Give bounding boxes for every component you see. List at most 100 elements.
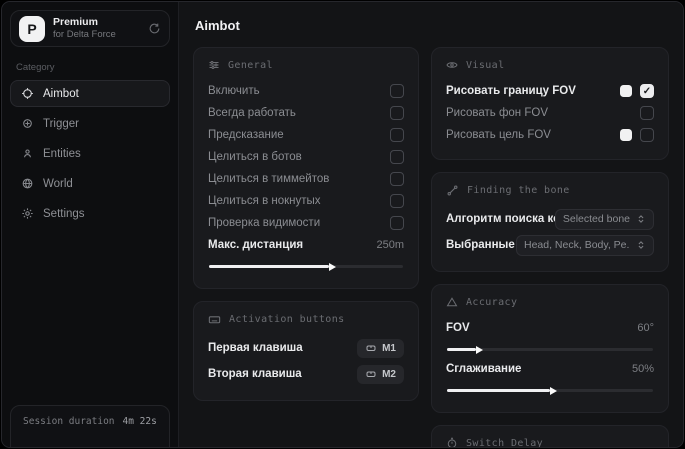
max-distance-row: Макс. дистанция 250m	[208, 234, 404, 256]
mouse-icon	[365, 342, 377, 354]
row-label: Всегда работать	[208, 107, 296, 119]
session-duration-box: Session duration 4m 22s	[10, 405, 170, 447]
accuracy-card-header: Accuracy	[446, 296, 654, 308]
trigger-icon	[21, 117, 34, 130]
visual-card-header: Visual	[446, 59, 654, 71]
main-content: Aimbot General Включить Всегда работать …	[178, 2, 683, 447]
fov-target-checkbox[interactable]	[640, 128, 654, 142]
sidebar-item-label: Entities	[43, 147, 81, 160]
target-teammates-checkbox[interactable]	[390, 172, 404, 186]
second-key-button[interactable]: M2	[357, 364, 404, 384]
bone-algorithm-select[interactable]: Selected bone	[554, 208, 654, 230]
keybind-label: M2	[382, 368, 396, 380]
activation-card: Activation buttons Первая клавиша M1 Вто…	[193, 301, 419, 401]
triangle-icon	[446, 296, 458, 308]
row-label: Вторая клавиша	[208, 368, 302, 380]
sidebar-item-world[interactable]: World	[10, 170, 170, 197]
fov-target-color-swatch[interactable]	[620, 129, 632, 141]
general-card: General Включить Всегда работать Предска…	[193, 47, 419, 289]
sidebar: P Premium for Delta Force Category Aimbo…	[2, 2, 178, 447]
target-knocked-checkbox[interactable]	[390, 194, 404, 208]
switch-delay-card: Switch Delay Задержка переключения Задер…	[431, 425, 669, 447]
row-label: Первая клавиша	[208, 342, 303, 354]
selected-value: Head, Neck, Body, Pe...	[524, 239, 630, 251]
row-label: Целиться в тиммейтов	[208, 173, 330, 185]
row-label: Выбранные кос	[446, 239, 516, 251]
selected-bones-row: Выбранные кос Head, Neck, Body, Pe...	[446, 232, 654, 258]
visibility-check-checkbox[interactable]	[390, 216, 404, 230]
section-title: Finding the bone	[467, 185, 570, 196]
smoothing-slider-row: Сглаживание 50%	[446, 358, 654, 380]
fov-border-row: Рисовать границу FOV ✓	[446, 80, 654, 102]
app-logo: P	[19, 15, 45, 42]
chevron-up-down-icon	[636, 214, 646, 224]
premium-subtitle: for Delta Force	[53, 29, 116, 41]
general-row-enable: Включить	[208, 80, 404, 102]
stopwatch-icon	[446, 437, 458, 447]
keybind-label: M1	[382, 342, 396, 354]
row-label: Целиться в нокнутых	[208, 195, 321, 207]
sidebar-item-settings[interactable]: Settings	[10, 200, 170, 227]
always-work-checkbox[interactable]	[390, 106, 404, 120]
eye-icon	[446, 59, 458, 71]
fov-target-row: Рисовать цель FOV	[446, 124, 654, 146]
sidebar-item-aimbot[interactable]: Aimbot	[10, 80, 170, 107]
sidebar-item-label: Trigger	[43, 117, 79, 130]
sidebar-item-entities[interactable]: Entities	[10, 140, 170, 167]
max-distance-slider[interactable]	[209, 265, 403, 268]
selected-bones-select[interactable]: Head, Neck, Body, Pe...	[516, 234, 654, 256]
refresh-icon[interactable]	[148, 22, 161, 35]
slider-label: Сглаживание	[446, 363, 522, 375]
slider-label: FOV	[446, 322, 470, 334]
target-bots-checkbox[interactable]	[390, 150, 404, 164]
page-title: Aimbot	[195, 18, 240, 33]
visual-card: Visual Рисовать границу FOV ✓ Рисовать ф…	[431, 47, 669, 160]
enable-checkbox[interactable]	[390, 84, 404, 98]
keyboard-icon	[208, 313, 221, 326]
row-label: Алгоритм поиска кост	[446, 213, 555, 225]
row-label: Предсказание	[208, 129, 284, 141]
session-duration-label: Session duration	[23, 416, 115, 427]
sidebar-item-label: Settings	[43, 207, 85, 220]
fov-background-checkbox[interactable]	[640, 106, 654, 120]
crosshair-icon	[21, 87, 34, 100]
selected-value: Selected bone	[562, 213, 630, 225]
sliders-icon	[208, 59, 220, 71]
general-row-teammates: Целиться в тиммейтов	[208, 168, 404, 190]
section-title: Accuracy	[466, 296, 518, 308]
section-title: Activation buttons	[229, 314, 345, 325]
chevron-up-down-icon	[636, 240, 646, 250]
bone-icon	[446, 184, 459, 197]
fov-slider-row: FOV 60°	[446, 317, 654, 339]
sidebar-item-label: World	[43, 177, 73, 190]
general-card-header: General	[208, 59, 404, 71]
sidebar-item-trigger[interactable]: Trigger	[10, 110, 170, 137]
accuracy-card: Accuracy FOV 60° Сглаживание 50%	[431, 284, 669, 413]
entities-icon	[21, 147, 34, 160]
session-duration-value: 4m 22s	[122, 416, 157, 427]
max-distance-value: 250m	[376, 239, 404, 251]
row-label: Рисовать границу FOV	[446, 85, 576, 97]
row-label: Целиться в ботов	[208, 151, 302, 163]
fov-border-color-swatch[interactable]	[620, 85, 632, 97]
premium-meta: Premium for Delta Force	[53, 16, 140, 41]
activation-card-header: Activation buttons	[208, 313, 404, 326]
first-key-row: Первая клавиша M1	[208, 335, 404, 361]
fov-slider[interactable]	[447, 348, 653, 351]
general-row-bots: Целиться в ботов	[208, 146, 404, 168]
row-label: Включить	[208, 85, 260, 97]
first-key-button[interactable]: M1	[357, 338, 404, 358]
smoothing-slider[interactable]	[447, 389, 653, 392]
mouse-icon	[365, 368, 377, 380]
fov-border-checkbox[interactable]: ✓	[640, 84, 654, 98]
general-row-knocked: Целиться в нокнутых	[208, 190, 404, 212]
smoothing-value: 50%	[631, 363, 654, 375]
row-label: Рисовать цель FOV	[446, 129, 551, 141]
prediction-checkbox[interactable]	[390, 128, 404, 142]
general-row-always: Всегда работать	[208, 102, 404, 124]
row-label: Проверка видимости	[208, 217, 321, 229]
switch-delay-card-header: Switch Delay	[446, 437, 654, 447]
bone-card-header: Finding the bone	[446, 184, 654, 197]
second-key-row: Вторая клавиша M2	[208, 361, 404, 387]
premium-card: P Premium for Delta Force	[10, 10, 170, 47]
